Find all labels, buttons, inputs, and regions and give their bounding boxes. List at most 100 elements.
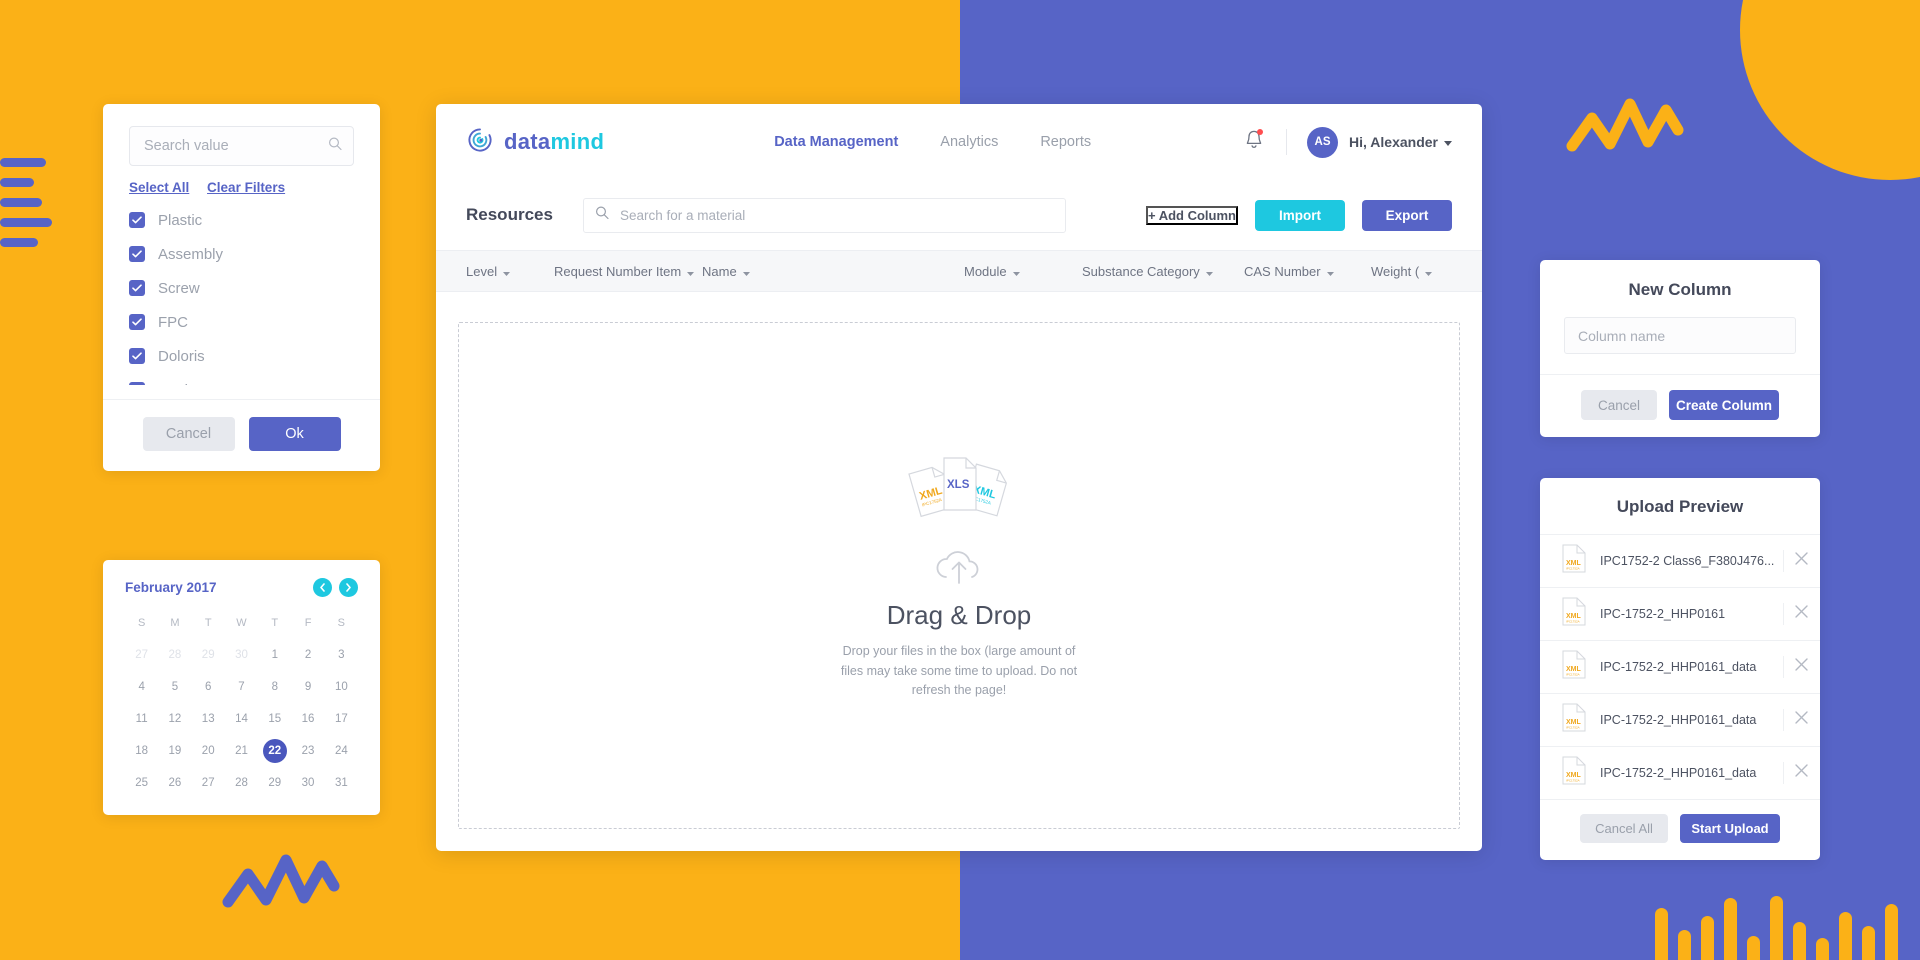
upload-file-row: XML IPC1752A IPC-1752-2_HHP0161_data (1540, 693, 1820, 746)
caret-down-icon[interactable] (742, 264, 750, 279)
ok-button[interactable]: Ok (248, 417, 341, 451)
calendar-day[interactable]: 4 (125, 675, 158, 699)
user-greeting[interactable]: Hi, Alexander (1349, 134, 1438, 150)
clear-filters-link[interactable]: Clear Filters (207, 180, 285, 195)
filter-option-row[interactable]: Doloris (129, 339, 354, 373)
checkbox[interactable] (129, 212, 145, 228)
create-column-button[interactable]: Create Column (1669, 390, 1779, 420)
calendar-day[interactable]: 2 (291, 643, 324, 667)
nav-item-data-management[interactable]: Data Management (774, 134, 898, 150)
export-button[interactable]: Export (1362, 199, 1452, 231)
bell-icon[interactable] (1244, 128, 1264, 156)
calendar-day[interactable]: 13 (192, 707, 225, 731)
calendar-day[interactable]: 19 (158, 739, 191, 763)
calendar-day[interactable]: 20 (192, 739, 225, 763)
calendar-day[interactable]: 21 (225, 739, 258, 763)
calendar-day[interactable]: 27 (125, 643, 158, 667)
calendar-day[interactable]: 17 (325, 707, 358, 731)
calendar-day[interactable]: 6 (192, 675, 225, 699)
table-column-header[interactable]: Module (964, 264, 1082, 279)
checkbox[interactable] (129, 348, 145, 364)
calendar-day[interactable]: 27 (192, 771, 225, 795)
calendar-day[interactable]: 18 (125, 739, 158, 763)
cancel-button[interactable]: Cancel (142, 417, 235, 451)
chevron-right-icon[interactable] (339, 578, 358, 597)
calendar-day[interactable]: 8 (258, 675, 291, 699)
xml-file-icon: XML IPC1752A (1562, 756, 1586, 790)
decoration-bar (1701, 916, 1714, 960)
caret-down-icon[interactable] (1326, 264, 1334, 279)
add-column-button[interactable]: + Add Column (1146, 205, 1238, 225)
checkbox[interactable] (129, 382, 145, 385)
caret-down-icon[interactable] (1425, 264, 1433, 279)
filter-option-list[interactable]: Plastic Assembly Screw FPC Doloris Fortis (129, 203, 354, 385)
checkbox[interactable] (129, 314, 145, 330)
calendar-day[interactable]: 28 (225, 771, 258, 795)
caret-down-icon[interactable] (687, 264, 695, 279)
calendar-day[interactable]: 23 (291, 739, 324, 763)
chevron-left-icon[interactable] (313, 578, 332, 597)
calendar-day[interactable]: 29 (258, 771, 291, 795)
cancel-all-button[interactable]: Cancel All (1580, 814, 1668, 843)
calendar-day[interactable]: 25 (125, 771, 158, 795)
search-input[interactable] (582, 197, 1066, 233)
calendar-day[interactable]: 30 (225, 643, 258, 667)
caret-down-icon[interactable] (503, 264, 511, 279)
calendar-day[interactable]: 1 (258, 643, 291, 667)
filter-option-row[interactable]: Fortis (129, 373, 354, 385)
table-column-header[interactable]: CAS Number (1244, 264, 1371, 279)
calendar-day[interactable]: 28 (158, 643, 191, 667)
calendar-day[interactable]: 10 (325, 675, 358, 699)
checkbox[interactable] (129, 280, 145, 296)
nav-item-reports[interactable]: Reports (1040, 134, 1091, 150)
close-icon[interactable] (1795, 605, 1808, 623)
cancel-button[interactable]: Cancel (1581, 390, 1657, 420)
calendar-day-label: 9 (304, 681, 312, 693)
calendar-day[interactable]: 3 (325, 643, 358, 667)
checkbox[interactable] (129, 246, 145, 262)
calendar-day[interactable]: 15 (258, 707, 291, 731)
table-column-header[interactable]: Request Number Item (554, 264, 702, 279)
filter-option-row[interactable]: Screw (129, 271, 354, 305)
select-all-link[interactable]: Select All (129, 180, 189, 195)
caret-down-icon[interactable] (1205, 264, 1213, 279)
close-icon[interactable] (1795, 711, 1808, 729)
filter-option-row[interactable]: FPC (129, 305, 354, 339)
table-column-header[interactable]: Weight ( (1371, 264, 1471, 279)
calendar-day[interactable]: 31 (325, 771, 358, 795)
close-icon[interactable] (1795, 552, 1808, 570)
chevron-down-icon[interactable] (1444, 133, 1452, 151)
nav-item-analytics[interactable]: Analytics (940, 134, 998, 150)
close-icon[interactable] (1795, 658, 1808, 676)
calendar-grid[interactable]: S M T W T F S 27 28 29 30 1 2 3 4 5 6 7 8 9 10 11 12 13 14 15 16 17… (125, 611, 358, 795)
app-logo[interactable]: datamind (466, 126, 604, 159)
table-column-header[interactable]: Substance Category (1082, 264, 1244, 279)
filter-option-row[interactable]: Assembly (129, 237, 354, 271)
file-dropzone[interactable]: XML IPC1752A XML IPC1752A XLS Drag & Dro… (458, 322, 1460, 829)
calendar-day[interactable]: 29 (192, 643, 225, 667)
calendar-day[interactable]: 12 (158, 707, 191, 731)
calendar-day-label: 21 (235, 745, 248, 757)
calendar-day[interactable]: 9 (291, 675, 324, 699)
column-name-input[interactable] (1564, 317, 1796, 354)
table-column-header[interactable]: Level (466, 264, 554, 279)
calendar-day[interactable]: 22 (258, 739, 291, 763)
calendar-day[interactable]: 30 (291, 771, 324, 795)
calendar-day[interactable]: 7 (225, 675, 258, 699)
calendar-day[interactable]: 14 (225, 707, 258, 731)
caret-down-icon[interactable] (1012, 264, 1020, 279)
filter-option-row[interactable]: Plastic (129, 203, 354, 237)
calendar-day[interactable]: 5 (158, 675, 191, 699)
calendar-day[interactable]: 24 (325, 739, 358, 763)
avatar[interactable]: AS (1307, 126, 1339, 158)
calendar-day[interactable]: 16 (291, 707, 324, 731)
calendar-day[interactable]: 26 (158, 771, 191, 795)
import-button[interactable]: Import (1255, 199, 1345, 231)
search-input[interactable] (129, 126, 354, 166)
table-column-header[interactable]: Name (702, 264, 964, 279)
start-upload-button[interactable]: Start Upload (1680, 814, 1780, 843)
notification-dot (1257, 128, 1264, 135)
calendar-day[interactable]: 11 (125, 707, 158, 731)
close-icon[interactable] (1795, 764, 1808, 782)
upload-file-row: XML IPC1752A IPC1752-2 Class6_F380J476... (1540, 534, 1820, 587)
